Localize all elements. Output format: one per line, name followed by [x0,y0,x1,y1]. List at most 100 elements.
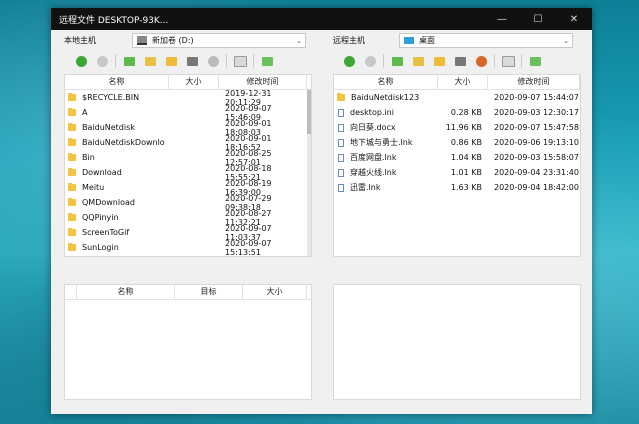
local-scrollbar[interactable] [307,90,311,256]
delete-icon [207,55,219,67]
toolbar-divider [115,54,116,68]
folder-icon [68,93,76,101]
file-name: Download [82,168,122,177]
file-name-cell: BaiduNetdiskDownlo [65,138,169,147]
folder-icon [68,243,76,251]
close-button[interactable]: ✕ [556,14,592,25]
desktop-icon [404,37,414,44]
col-transfer-name[interactable]: 名称 [77,285,175,299]
new-folder-button[interactable] [163,54,179,68]
remote-host-label: 远程主机 [333,36,365,45]
remote-info-panel [333,284,581,400]
delete-icon [475,55,487,67]
file-name: A [82,108,88,117]
folder-icon [68,183,76,191]
col-transfer-size[interactable]: 大小 [243,285,307,299]
toolbar-divider [253,54,254,68]
local-drive-select[interactable]: 新加卷 (D:) ⌄ [132,33,306,48]
local-rows: $RECYCLE.BIN 2019-12-31 20:11:29 A 2020-09-… [65,89,311,256]
stop-icon [364,55,376,67]
file-name-cell: desktop.ini [334,108,438,117]
file-size: 1.04 KB [450,153,482,162]
list-item[interactable]: 地下城与勇士.lnk 0.86 KB 2020-09-06 19:13:10 [334,135,580,150]
file-name: QQPinyin [82,213,119,222]
minimize-button[interactable]: — [484,14,520,25]
new-folder-button[interactable] [431,54,447,68]
stop-button[interactable] [362,54,378,68]
file-icon [338,183,344,192]
up-folder-button[interactable] [410,54,426,68]
file-name: ScreenToGif [82,228,130,237]
refresh-icon [75,55,87,67]
file-name: 地下城与勇士.lnk [350,138,413,147]
remote-drive-select[interactable]: 桌面 ⌄ [399,33,573,48]
local-toolbar [73,52,280,70]
check-arrow-icon [391,56,403,66]
file-date: 2020-09-04 18:42:00 [494,183,579,192]
file-name: 百度网盘.lnk [350,153,397,162]
col-size[interactable]: 大小 [438,75,488,89]
scroll-thumb[interactable] [307,90,311,134]
list-item[interactable]: desktop.ini 0.28 KB 2020-09-03 12:30:17 [334,105,580,120]
col-name[interactable]: 名称 [65,75,169,89]
transfer-button[interactable] [389,54,405,68]
file-date: 2020-09-04 23:31:40 [494,168,579,177]
file-name: desktop.ini [350,108,394,117]
drive-icon [186,56,198,66]
title-bar[interactable]: 远程文件 DESKTOP-93K... — ☐ ✕ [51,8,592,30]
file-name: Bin [82,153,95,162]
list-item[interactable]: 迅雷.lnk 1.63 KB 2020-09-04 18:42:00 [334,180,580,195]
toolbar-divider [494,54,495,68]
drive-button[interactable] [184,54,200,68]
list-item[interactable]: SunLogin 2020-09-07 15:13:51 [65,239,311,256]
list-item[interactable]: BaiduNetdisk123 2020-09-07 15:44:07 [334,90,580,105]
file-icon [338,108,344,117]
file-name: Meitu [82,183,105,192]
file-date: 2020-09-07 15:47:58 [494,123,579,132]
col-date[interactable]: 修改时间 [219,75,307,89]
refresh-button[interactable] [341,54,357,68]
rename-button[interactable] [232,54,248,68]
file-name-cell: 穿越火线.lnk [334,167,438,178]
download-icon [529,56,541,66]
file-name-cell: QQPinyin [65,213,169,222]
drive-button[interactable] [452,54,468,68]
up-folder-button[interactable] [142,54,158,68]
folder-icon [68,168,76,176]
col-target[interactable]: 目标 [175,285,243,299]
chevron-down-icon: ⌄ [563,36,569,45]
new-folder-icon [165,56,177,66]
file-size: 1.01 KB [450,168,482,177]
check-arrow-icon [123,56,135,66]
list-item[interactable]: 向日葵.docx 11.96 KB 2020-09-07 15:47:58 [334,120,580,135]
file-size: 0.86 KB [450,138,482,147]
delete-button[interactable] [473,54,489,68]
file-name-cell: BaiduNetdisk123 [334,93,438,102]
refresh-button[interactable] [73,54,89,68]
list-item[interactable]: 百度网盘.lnk 1.04 KB 2020-09-03 15:58:07 [334,150,580,165]
stop-button[interactable] [94,54,110,68]
rename-button[interactable] [500,54,516,68]
transfer-queue: 名称 目标 大小 [64,284,312,400]
download-button[interactable] [527,54,543,68]
file-date: 2020-09-03 12:30:17 [494,108,579,117]
local-host-label: 本地主机 [64,36,96,45]
rename-icon [501,55,515,67]
delete-button[interactable] [205,54,221,68]
file-icon [338,123,344,132]
file-name-cell: 向日葵.docx [334,122,438,133]
toolbar-divider [383,54,384,68]
col-size[interactable]: 大小 [169,75,219,89]
file-name: BaiduNetdiskDownlo [82,138,165,147]
file-name-cell: A [65,108,169,117]
file-name-cell: Meitu [65,183,169,192]
maximize-button[interactable]: ☐ [520,14,556,25]
transfer-button[interactable] [121,54,137,68]
file-size: 0.28 KB [450,108,482,117]
col-name[interactable]: 名称 [334,75,438,89]
toolbar-divider [521,54,522,68]
col-date[interactable]: 修改时间 [488,75,580,89]
upload-button[interactable] [259,54,275,68]
file-name-cell: 地下城与勇士.lnk [334,137,438,148]
list-item[interactable]: 穿越火线.lnk 1.01 KB 2020-09-04 23:31:40 [334,165,580,180]
